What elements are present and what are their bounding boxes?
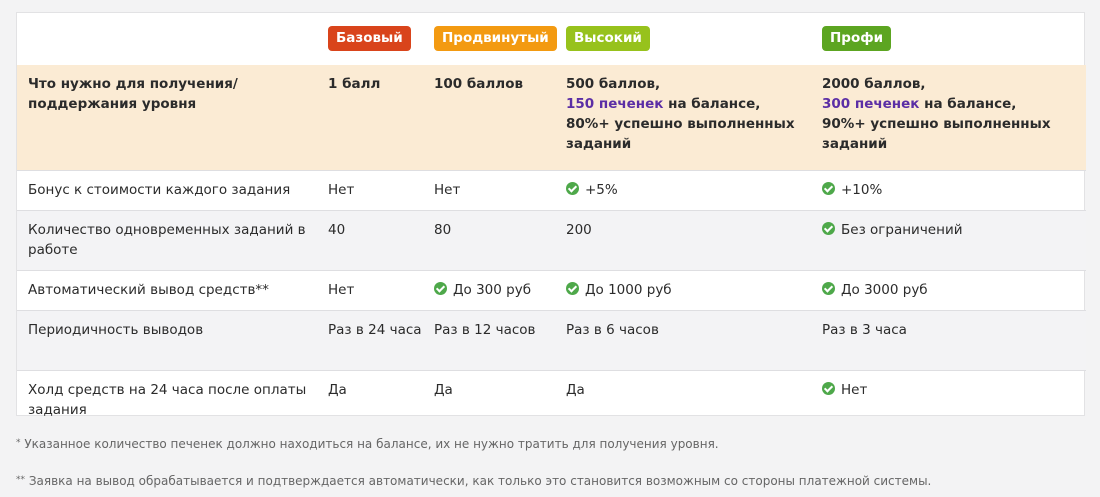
table-row: Количество одновременных заданий в работ… (17, 210, 1086, 271)
value-text: До 3000 руб (841, 282, 928, 298)
value-basic: Нет (328, 270, 434, 311)
header-empty-cell (17, 13, 328, 65)
table-row: Периодичность выводов Раз в 24 часа Раз … (17, 310, 1086, 371)
check-circle-icon (822, 182, 835, 195)
level-badge-basic: Базовый (328, 26, 411, 51)
value-advanced: Да (434, 370, 566, 428)
value-basic: Нет (328, 170, 434, 211)
requirement-label: Что нужно для получения/поддержания уров… (17, 65, 328, 171)
requirement-pro-success: 90%+ успешно выполненных заданий (822, 116, 1051, 152)
footnote-withdrawal: ** Заявка на вывод обрабатывается и подт… (16, 474, 931, 488)
feature-label: Количество одновременных заданий в работ… (17, 210, 328, 271)
requirement-high-cookies: 150 печенек (566, 96, 664, 112)
value-high: +5% (566, 170, 822, 211)
requirement-pro-cookies-tail: на балансе, (919, 96, 1017, 112)
feature-label: Бонус к стоимости каждого задания (17, 170, 328, 211)
table-row: Автоматический вывод средств** Нет До 30… (17, 270, 1086, 311)
requirement-high-cookies-line: 150 печенек на балансе, (566, 94, 822, 114)
requirement-high-points: 500 баллов, (566, 76, 661, 92)
requirement-high: 500 баллов, 150 печенек на балансе, 80%+… (566, 65, 822, 171)
check-circle-icon (822, 382, 835, 395)
check-circle-icon (566, 282, 579, 295)
value-pro: +10% (822, 170, 1086, 211)
footnote-text: Заявка на вывод обрабатывается и подтвер… (25, 474, 932, 488)
value-advanced: Раз в 12 часов (434, 310, 566, 371)
check-circle-icon (434, 282, 447, 295)
value-advanced: До 300 руб (434, 270, 566, 311)
footnote-marker: ** (16, 475, 25, 485)
level-badge-pro: Профи (822, 26, 892, 51)
value-text: +5% (585, 182, 618, 198)
value-text: До 1000 руб (585, 282, 672, 298)
requirement-pro-points: 2000 баллов, (822, 76, 926, 92)
table-row: Бонус к стоимости каждого задания Нет Не… (17, 170, 1086, 211)
levels-header-row: Базовый Продвинутый Высокий Профи (17, 13, 1086, 65)
value-pro: До 3000 руб (822, 270, 1086, 311)
levels-comparison-table: Базовый Продвинутый Высокий Профи Что ну… (16, 12, 1086, 428)
footnote-text: Указанное количество печенек должно нахо… (20, 437, 719, 451)
value-basic: Раз в 24 часа (328, 310, 434, 371)
value-basic: Да (328, 370, 434, 428)
feature-label: Автоматический вывод средств** (17, 270, 328, 311)
requirement-pro-cookies: 300 печенек (822, 96, 920, 112)
check-circle-icon (822, 222, 835, 235)
level-badge-advanced: Продвинутый (434, 26, 557, 51)
requirement-pro: 2000 баллов, 300 печенек на балансе, 90%… (822, 65, 1086, 171)
requirement-high-cookies-tail: на балансе, (663, 96, 761, 112)
feature-label: Периодичность выводов (17, 310, 328, 371)
value-high: Раз в 6 часов (566, 310, 822, 371)
value-text: Без ограничений (841, 222, 963, 238)
requirement-advanced: 100 баллов (434, 65, 566, 171)
table-row: Холд средств на 24 часа после оплаты зад… (17, 370, 1086, 428)
value-text: До 300 руб (453, 282, 532, 298)
value-advanced: Нет (434, 170, 566, 211)
value-pro: Нет (822, 370, 1086, 428)
footnote-cookies: * Указанное количество печенек должно на… (16, 437, 719, 451)
value-high: Да (566, 370, 822, 428)
requirement-basic: 1 балл (328, 65, 434, 171)
value-text: Нет (841, 382, 868, 398)
value-pro: Без ограничений (822, 210, 1086, 271)
check-circle-icon (822, 282, 835, 295)
value-advanced: 80 (434, 210, 566, 271)
value-high: До 1000 руб (566, 270, 822, 311)
level-badge-high: Высокий (566, 26, 650, 51)
requirement-pro-cookies-line: 300 печенек на балансе, (822, 94, 1086, 114)
value-basic: 40 (328, 210, 434, 271)
value-text: +10% (841, 182, 883, 198)
requirement-row: Что нужно для получения/поддержания уров… (17, 65, 1086, 171)
value-high: 200 (566, 210, 822, 271)
feature-label: Холд средств на 24 часа после оплаты зад… (17, 370, 328, 428)
requirement-high-success: 80%+ успешно выполненных заданий (566, 116, 795, 152)
check-circle-icon (566, 182, 579, 195)
value-pro: Раз в 3 часа (822, 310, 1086, 371)
